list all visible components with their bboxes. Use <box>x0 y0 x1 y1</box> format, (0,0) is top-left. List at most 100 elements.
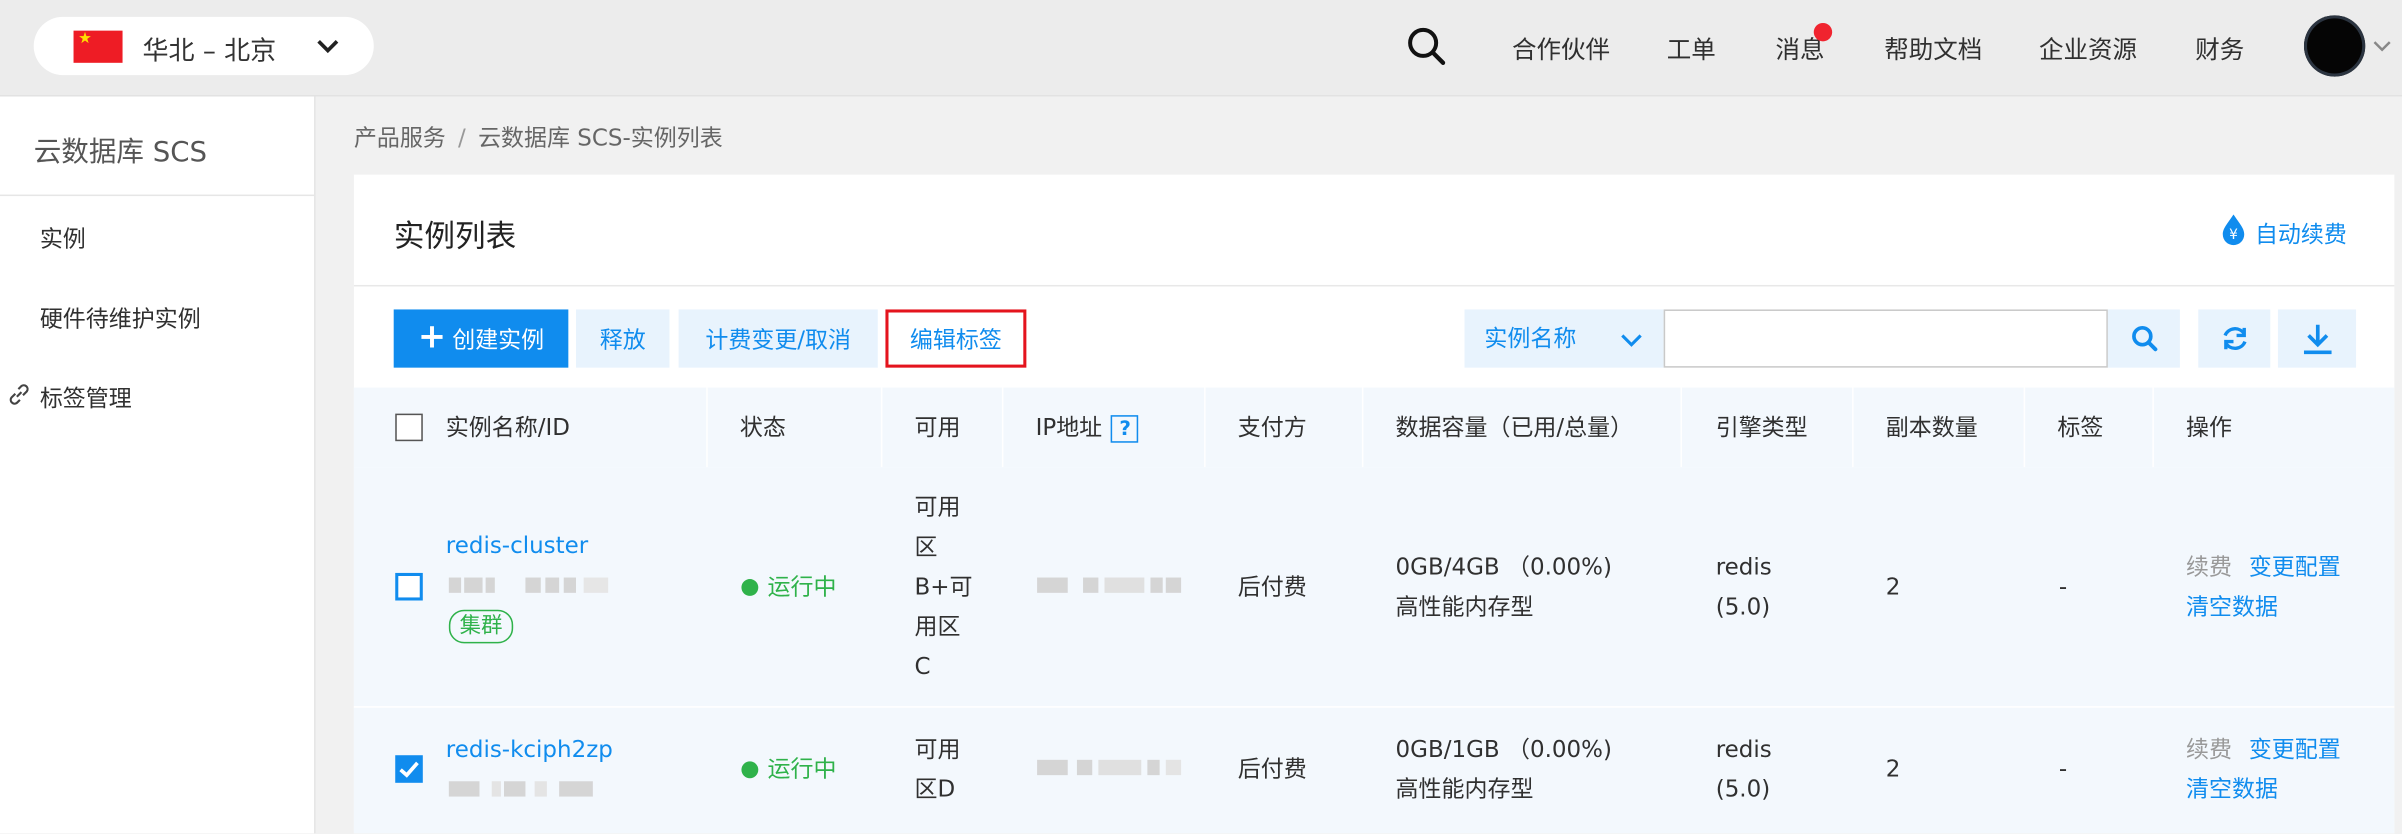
sidebar-item-hardware-maintenance[interactable]: 硬件待维护实例 <box>40 302 201 334</box>
column-header-payer[interactable]: 支付方 <box>1238 388 1307 468</box>
engine-type: redis <box>1715 553 1772 581</box>
zone-line: 可用 <box>914 493 961 521</box>
billing-change-button[interactable]: 计费变更/取消 <box>678 309 878 368</box>
download-icon <box>2303 324 2331 355</box>
flush-data-link[interactable]: 清空数据 <box>2186 769 2278 809</box>
capacity-value: 0GB/1GB （0.00%) <box>1395 735 1612 763</box>
search-icon[interactable] <box>1406 26 1446 66</box>
capacity-value: 0GB/4GB （0.00%) <box>1395 553 1612 581</box>
zone-line: B+可 <box>914 572 973 601</box>
resize-link[interactable]: 变更配置 <box>2249 729 2341 769</box>
select-all-checkbox[interactable] <box>395 413 423 442</box>
cluster-tag-badge: 集群 <box>448 609 514 644</box>
engine-type: redis <box>1715 735 1772 763</box>
breadcrumb-products[interactable]: 产品服务 <box>354 121 446 153</box>
edit-tags-button[interactable]: 编辑标签 <box>885 309 1027 368</box>
chevron-down-icon <box>317 40 339 54</box>
tags-value: - <box>2058 755 2068 783</box>
redacted-instance-id <box>448 781 610 797</box>
flush-data-link[interactable]: 清空数据 <box>2186 587 2278 627</box>
breadcrumb-current: 云数据库 SCS-实例列表 <box>478 124 723 152</box>
release-button[interactable]: 释放 <box>575 309 670 368</box>
divider <box>2152 387 2154 468</box>
nav-partners[interactable]: 合作伙伴 <box>1512 29 1610 66</box>
nav-tickets[interactable]: 工单 <box>1667 29 1716 66</box>
ip-header-label: IP地址 <box>1035 413 1103 442</box>
plus-icon: + <box>417 318 447 357</box>
avatar[interactable] <box>2303 15 2366 77</box>
table-row: redis-kciph2zp 运行中 可用 区D 后付费 0GB/1GB （0.… <box>353 707 2395 834</box>
instance-name-link[interactable]: redis-cluster <box>446 525 588 565</box>
create-instance-button[interactable]: + 创建实例 <box>393 309 569 368</box>
column-header-actions: 操作 <box>2186 413 2233 442</box>
column-header-replicas[interactable]: 副本数量 <box>1886 388 1978 468</box>
status-badge: 运行中 <box>741 749 836 789</box>
renew-link[interactable]: 续费 <box>2186 729 2232 769</box>
column-header-status[interactable]: 状态 <box>740 388 786 468</box>
page-title: 实例列表 <box>393 217 517 255</box>
divider <box>706 387 708 468</box>
sidebar-title: 云数据库 SCS <box>33 136 208 169</box>
renew-link[interactable]: 续费 <box>2186 547 2232 587</box>
status-dot-icon <box>741 761 759 779</box>
column-header-ip[interactable]: IP地址? <box>1036 388 1139 468</box>
instance-list-panel: 实例列表 ¥ 自动续费 +创建实例 释放 计费变更/取消 编辑标签 实例名称 <box>353 174 2395 834</box>
column-header-tags[interactable]: 标签 <box>2057 388 2103 468</box>
engine-version: (5.0) <box>1715 592 1771 621</box>
column-header-engine[interactable]: 引擎类型 <box>1716 388 1808 468</box>
nav-help-docs[interactable]: 帮助文档 <box>1884 29 1982 66</box>
status-label: 运行中 <box>767 572 837 601</box>
column-header-name[interactable]: 实例名称/ID <box>446 388 570 468</box>
auto-renew-link[interactable]: 自动续费 <box>2255 218 2347 250</box>
capacity-type: 高性能内存型 <box>1395 775 1534 803</box>
row-checkbox[interactable] <box>395 755 423 783</box>
instance-name-link[interactable]: redis-kciph2zp <box>446 729 613 769</box>
zone-line: 可用 <box>914 735 961 763</box>
divider <box>1361 387 1364 468</box>
sidebar-item-tag-management[interactable]: 标签管理 <box>40 381 132 413</box>
refresh-icon <box>2222 327 2246 351</box>
payer-value: 后付费 <box>1237 755 1307 783</box>
chevron-down-icon <box>1621 334 1642 347</box>
status-label: 运行中 <box>767 755 837 783</box>
filter-field-select[interactable]: 实例名称 <box>1464 309 1664 368</box>
divider <box>353 284 2395 287</box>
divider <box>0 194 315 197</box>
status-badge: 运行中 <box>741 567 836 607</box>
top-bar: ★ 华北 – 北京 合作伙伴 工单 消息 帮助文档 企业资源 财务 <box>0 0 2402 97</box>
notification-badge <box>1813 22 1833 42</box>
chevron-down-icon[interactable] <box>2371 35 2392 56</box>
zone-line: 区D <box>914 775 956 803</box>
resize-link[interactable]: 变更配置 <box>2249 547 2341 587</box>
column-header-capacity[interactable]: 数据容量（已用/总量） <box>1396 388 1634 468</box>
help-icon[interactable]: ? <box>1111 414 1139 442</box>
nav-enterprise-resources[interactable]: 企业资源 <box>2039 29 2137 66</box>
nav-finance[interactable]: 财务 <box>2195 29 2244 66</box>
zone-line: C <box>914 652 931 681</box>
divider <box>880 387 883 468</box>
status-dot-icon <box>741 579 759 596</box>
breadcrumb-separator: / <box>458 124 466 152</box>
zone-line: 区 <box>914 533 938 561</box>
zone-line: 用区 <box>914 612 961 641</box>
auto-renew-icon[interactable]: ¥ <box>2220 213 2248 247</box>
search-icon <box>2131 325 2157 352</box>
breadcrumb: 产品服务 / 云数据库 SCS-实例列表 <box>354 121 723 153</box>
column-header-zone[interactable]: 可用 <box>915 388 961 468</box>
search-input[interactable] <box>1663 309 2108 368</box>
divider <box>1852 387 1854 468</box>
table-header: 实例名称/ID 状态 可用 IP地址? 支付方 数据容量（已用/总量） 引擎类型… <box>353 387 2395 468</box>
refresh-button[interactable] <box>2198 309 2271 368</box>
region-selector[interactable]: ★ 华北 – 北京 <box>33 16 374 76</box>
divider <box>1001 387 1004 468</box>
checkmark-icon <box>399 761 419 778</box>
download-button[interactable] <box>2277 309 2357 368</box>
search-button[interactable] <box>2107 309 2180 368</box>
redacted-ip-address <box>1037 577 1183 593</box>
replica-count: 2 <box>1885 755 1901 783</box>
tags-value: - <box>2058 572 2068 601</box>
row-checkbox[interactable] <box>395 572 423 601</box>
filter-field-label: 实例名称 <box>1484 324 1577 353</box>
sidebar-item-instances[interactable]: 实例 <box>40 222 86 254</box>
capacity-type: 高性能内存型 <box>1395 592 1534 621</box>
